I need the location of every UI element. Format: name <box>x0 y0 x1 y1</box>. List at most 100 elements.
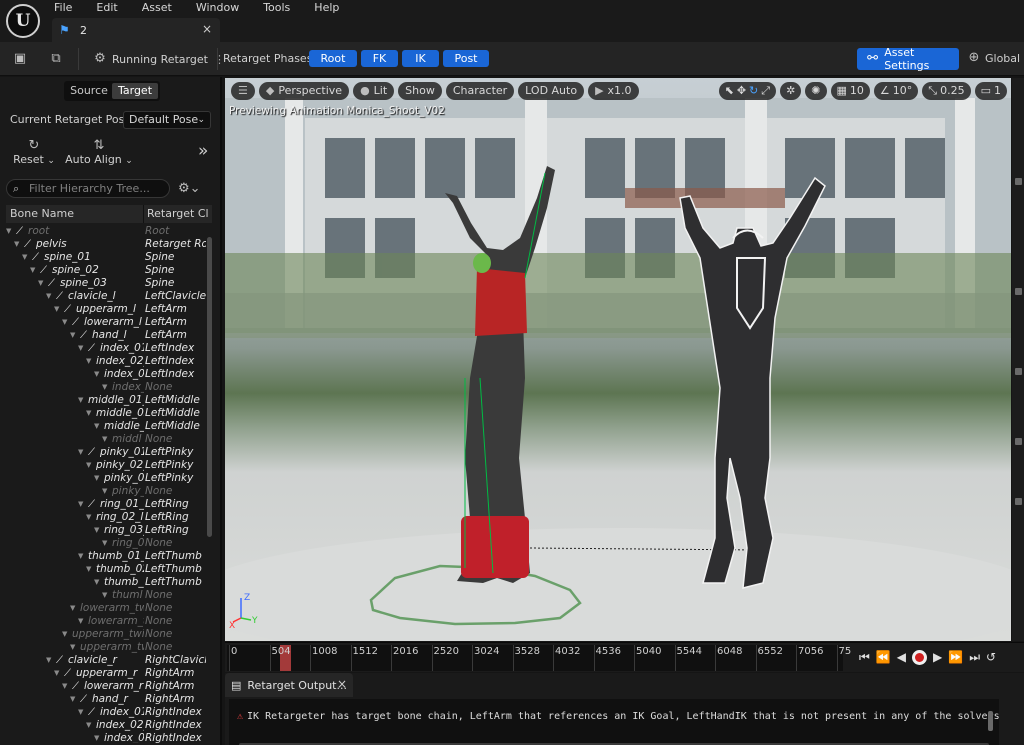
scale-icon[interactable]: ⤢ <box>761 82 770 100</box>
expand-arrow-icon[interactable]: ▼ <box>94 732 99 743</box>
playback-speed-button[interactable]: ▶ x1.0 <box>588 82 639 100</box>
menu-window[interactable]: Window <box>196 1 249 15</box>
menu-asset[interactable]: Asset <box>142 1 182 15</box>
tree-row[interactable]: ▼ ⟋ clavicle_r RightClavicle <box>6 654 206 667</box>
tree-row[interactable]: ▼ ⟋ lowerarm_r RightArm <box>6 680 206 693</box>
perspective-button[interactable]: ◆ Perspective <box>258 82 350 100</box>
timeline-ruler[interactable]: 0 504 1008 1512 2016 2520 3024 3528 4032 4536 5040… <box>227 645 851 671</box>
tree-row[interactable]: ▼ lowerarm_twistNone <box>6 615 206 628</box>
tree-row[interactable]: ▼ ⟋ clavicle_l LeftClavicle <box>6 290 206 303</box>
expand-arrow-icon[interactable]: ▼ <box>70 641 75 654</box>
global-settings-button[interactable]: ⊕ Global <box>966 50 1021 66</box>
panel-collapse-icon[interactable] <box>1015 438 1022 445</box>
tree-row[interactable]: ▼ upperarm_twistNone <box>6 641 206 654</box>
tree-row[interactable]: ▼ thumb_03_lLeftThumb <box>6 576 206 589</box>
menu-file[interactable]: File <box>54 1 82 15</box>
expand-arrow-icon[interactable]: ▼ <box>62 316 67 329</box>
expand-arrow-icon[interactable]: ▼ <box>78 498 83 511</box>
close-icon[interactable]: × <box>337 677 347 691</box>
tree-row[interactable]: ▼ ⟋ upperarm_l LeftArm <box>6 303 206 316</box>
phase-ik-toggle[interactable]: IK <box>402 50 439 67</box>
tree-row[interactable]: ▼ ⟋ ring_01_l LeftRing <box>6 498 206 511</box>
tree-row[interactable]: ▼ thumb_01_l LeftThumb <box>6 550 206 563</box>
expand-arrow-icon[interactable]: ▼ <box>22 251 27 264</box>
coordinate-space-button[interactable]: ✲ <box>780 82 802 100</box>
tree-row[interactable]: ▼ ⟋ spine_03 Spine <box>6 277 206 290</box>
grid-snap-button[interactable]: ▦ 10 <box>830 82 870 100</box>
tree-row[interactable]: ▼ ⟋ upperarm_r RightArm <box>6 667 206 680</box>
expand-arrow-icon[interactable]: ▼ <box>30 264 35 277</box>
expand-arrow-icon[interactable]: ▼ <box>86 563 91 576</box>
tree-row[interactable]: ▼ ⟋ spine_02 Spine <box>6 264 206 277</box>
reset-button[interactable]: ↻ Reset ⌄ <box>12 139 56 167</box>
expand-arrow-icon[interactable]: ▼ <box>78 394 83 407</box>
tree-row[interactable]: ▼ middle_01_lLeftMiddle <box>6 394 206 407</box>
log-entry[interactable]: ⚠ IK Retargeter has target bone chain, Le… <box>237 711 999 722</box>
expand-arrow-icon[interactable]: ▼ <box>78 706 83 719</box>
record-icon[interactable] <box>912 649 927 665</box>
tree-row[interactable]: ▼ ring_03_lLeftRing <box>6 524 206 537</box>
tree-row[interactable]: ▼ ⟋ spine_01 Spine <box>6 251 206 264</box>
expand-arrow-icon[interactable]: ▼ <box>6 225 11 238</box>
tree-row[interactable]: ▼ middl None <box>6 433 206 446</box>
tree-row[interactable]: ▼ ⟋ index_01_rRightIndex <box>6 706 206 719</box>
scale-snap-button[interactable]: ⤡ 0.25 <box>922 82 971 100</box>
expand-arrow-icon[interactable]: ▼ <box>94 576 99 589</box>
expand-arrow-icon[interactable]: ▼ <box>86 407 91 420</box>
expand-arrow-icon[interactable]: ▼ <box>102 485 107 498</box>
expand-arrow-icon[interactable]: ▼ <box>46 290 51 303</box>
panel-collapse-icon[interactable] <box>1015 288 1022 295</box>
lod-button[interactable]: LOD Auto <box>518 82 585 100</box>
running-retarget-button[interactable]: ⚙ Running Retarget ⋮ <box>92 50 225 68</box>
tree-scrollbar[interactable] <box>207 237 212 537</box>
play-forward-icon[interactable]: ▶ <box>933 649 942 665</box>
expand-arrow-icon[interactable]: ▼ <box>102 589 107 602</box>
tree-row[interactable]: ▼ ⟋ hand_l LeftArm <box>6 329 206 342</box>
tree-row[interactable]: ▼ thuml None <box>6 589 206 602</box>
menu-help[interactable]: Help <box>314 1 349 15</box>
browse-button[interactable]: ⧉ <box>48 50 64 68</box>
tree-row[interactable]: ▼ lowerarm_twistNone <box>6 602 206 615</box>
tree-row[interactable]: ▼ ⟋ index_01_lLeftIndex <box>6 342 206 355</box>
expand-arrow-icon[interactable]: ▼ <box>94 420 99 433</box>
tree-row[interactable]: ▼ index_03_lLeftIndex <box>6 368 206 381</box>
expand-arrow-icon[interactable]: ▼ <box>86 511 91 524</box>
rotate-icon[interactable]: ↻ <box>749 82 758 100</box>
lit-mode-button[interactable]: ● Lit <box>353 82 395 100</box>
step-back-icon[interactable]: ⏪ <box>876 649 891 665</box>
target-toggle[interactable]: Target <box>112 83 158 99</box>
expand-arrow-icon[interactable]: ▼ <box>78 550 83 563</box>
phase-post-toggle[interactable]: Post <box>443 50 489 67</box>
expand-arrow-icon[interactable]: ▼ <box>86 355 91 368</box>
panel-collapse-icon[interactable] <box>1015 178 1022 185</box>
asset-settings-button[interactable]: ⚯ Asset Settings <box>857 46 959 72</box>
expand-arrow-icon[interactable]: ▼ <box>38 277 43 290</box>
bone-name-column-header[interactable]: Bone Name <box>6 205 144 223</box>
expand-arrow-icon[interactable]: ▼ <box>62 628 67 641</box>
panel-collapse-icon[interactable] <box>1015 368 1022 375</box>
phase-fk-toggle[interactable]: FK <box>361 50 398 67</box>
expand-arrow-icon[interactable]: ▼ <box>78 342 83 355</box>
gear-icon[interactable]: ⚙⌄ <box>178 181 201 196</box>
skip-to-end-icon[interactable]: ⏭ <box>969 649 980 665</box>
close-icon[interactable]: × <box>202 22 212 36</box>
document-tab[interactable]: ⚑ 2 × <box>52 18 220 42</box>
expand-arrow-icon[interactable]: ▼ <box>78 446 83 459</box>
tree-row[interactable]: ▼ index_ None <box>6 381 206 394</box>
expand-arrow-icon[interactable]: ▼ <box>54 303 59 316</box>
expand-toolbar-icon[interactable]: » <box>198 141 208 161</box>
panel-collapse-icon[interactable] <box>1015 498 1022 505</box>
retarget-pose-dropdown[interactable]: Default Pose ⌄ <box>123 111 211 129</box>
expand-arrow-icon[interactable]: ▼ <box>62 680 67 693</box>
retarget-chain-column-header[interactable]: Retarget Cl <box>144 205 209 223</box>
tree-row[interactable]: ▼ thumb_02_lLeftThumb <box>6 563 206 576</box>
expand-arrow-icon[interactable]: ▼ <box>86 719 91 732</box>
tree-row[interactable]: ▼ pinky_02_lLeftPinky <box>6 459 206 472</box>
viewport-options-button[interactable]: ☰ <box>231 82 255 100</box>
source-toggle[interactable]: Source <box>66 83 112 99</box>
filter-hierarchy-input[interactable]: ⌕ Filter Hierarchy Tree... <box>6 179 170 198</box>
expand-arrow-icon[interactable]: ▼ <box>70 693 75 706</box>
expand-arrow-icon[interactable]: ▼ <box>102 381 107 394</box>
expand-arrow-icon[interactable]: ▼ <box>70 602 75 615</box>
tree-row[interactable]: ▼ index_03_rRightIndex <box>6 732 206 743</box>
